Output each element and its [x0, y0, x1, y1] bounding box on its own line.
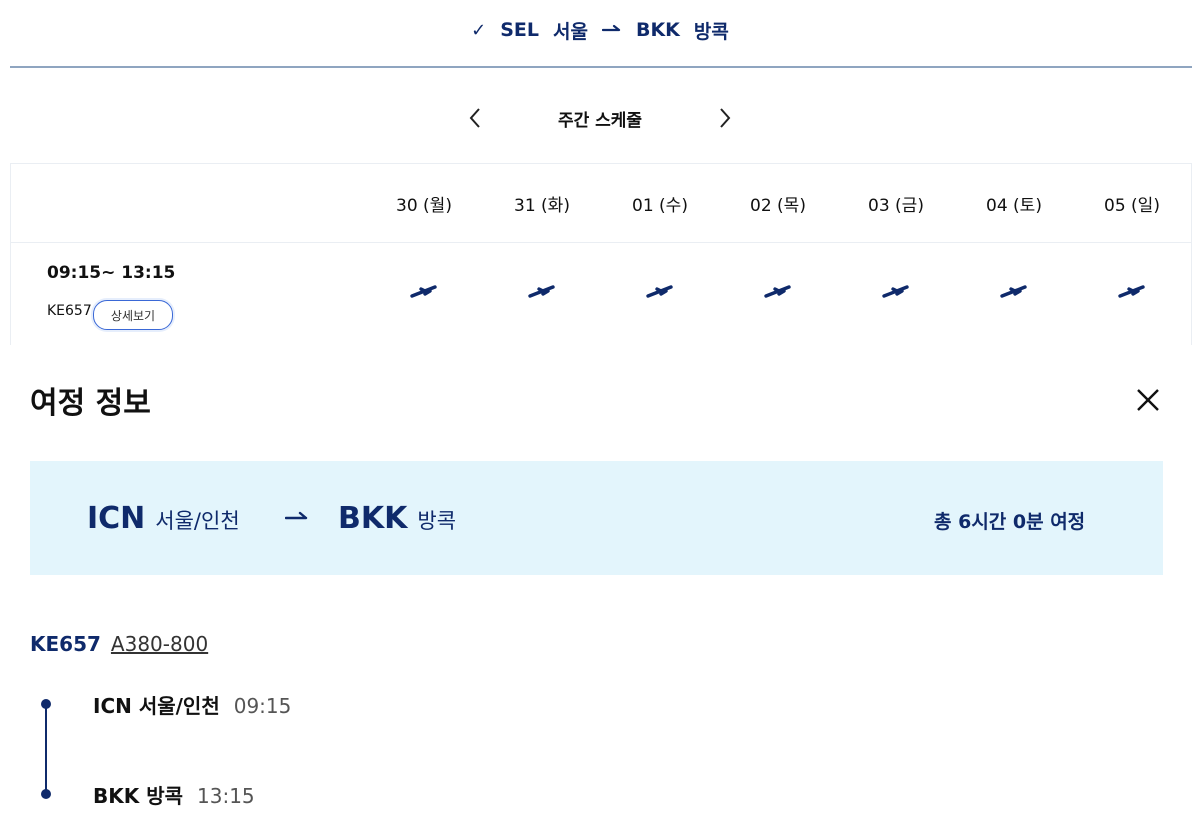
week-title: 주간 스케줄	[557, 110, 643, 131]
total-duration: 총 6시간 0분 여정	[934, 511, 1086, 533]
day-header: 05 (일)	[1104, 195, 1160, 216]
airplane-icon	[1118, 283, 1146, 303]
arrival-stop: BKK 방콕 13:15	[93, 780, 255, 809]
arrival-time: 13:15	[197, 784, 255, 808]
summary-dest-code: BKK	[338, 501, 408, 536]
day-header: 04 (토)	[986, 195, 1042, 216]
flight-number: KE657	[47, 303, 92, 319]
origin-code: SEL	[500, 19, 539, 41]
day-header: 31 (화)	[514, 195, 570, 216]
prev-week-button[interactable]	[455, 98, 495, 138]
flight-available-cell[interactable]	[955, 278, 1073, 308]
airplane-icon	[410, 283, 438, 303]
airplane-icon	[1000, 283, 1028, 303]
leg-header: KE657 A380-800	[30, 632, 208, 656]
check-icon: ✓	[471, 19, 487, 41]
arrival-airport: BKK 방콕	[93, 784, 184, 808]
table-row: 09:15~ 13:15 KE657 상세보기	[11, 243, 1191, 343]
header-divider	[10, 66, 1192, 68]
timeline-dot	[41, 789, 51, 799]
airplane-icon	[646, 283, 674, 303]
close-icon	[1137, 389, 1159, 411]
leg-flight-number: KE657	[30, 632, 101, 656]
summary-origin-code: ICN	[87, 501, 146, 536]
panel-title: 여정 정보	[30, 386, 151, 421]
route-header[interactable]: ✓ SEL 서울 BKK 방콕	[0, 0, 1200, 60]
origin-city: 서울	[553, 20, 588, 43]
timeline-dot	[41, 699, 51, 709]
chevron-left-icon	[469, 108, 480, 128]
departure-stop: ICN 서울/인천 09:15	[93, 690, 291, 719]
schedule-table: 30 (월) 31 (화) 01 (수) 02 (목) 03 (금) 04 (토…	[10, 163, 1192, 345]
airplane-icon	[764, 283, 792, 303]
itinerary-summary: ICN 서울/인천 BKK 방콕 총 6시간 0분 여정	[30, 461, 1163, 575]
detail-button[interactable]: 상세보기	[93, 300, 173, 330]
summary-origin-city: 서울/인천	[155, 509, 240, 533]
departure-time: 09:15	[233, 694, 292, 718]
route-arrow-icon	[284, 509, 309, 528]
day-header: 01 (수)	[632, 195, 688, 216]
flight-available-cell[interactable]	[365, 278, 483, 308]
departure-airport: ICN 서울/인천	[93, 694, 220, 718]
schedule-header: 30 (월) 31 (화) 01 (수) 02 (목) 03 (금) 04 (토…	[11, 164, 1191, 243]
day-header: 03 (금)	[868, 195, 924, 216]
dest-code: BKK	[635, 19, 680, 41]
airplane-icon	[882, 283, 910, 303]
summary-dest-city: 방콕	[417, 509, 457, 533]
next-week-button[interactable]	[705, 98, 745, 138]
day-header: 02 (목)	[750, 195, 806, 216]
flight-available-cell[interactable]	[837, 278, 955, 308]
flight-time-range: 09:15~ 13:15	[47, 263, 176, 283]
airplane-icon	[528, 283, 556, 303]
flight-available-cell[interactable]	[483, 278, 601, 308]
timeline-line	[45, 704, 47, 794]
flight-available-cell[interactable]	[601, 278, 719, 308]
week-nav: 주간 스케줄	[0, 95, 1200, 141]
day-header: 30 (월)	[396, 195, 452, 216]
aircraft-link[interactable]: A380-800	[111, 632, 208, 656]
chevron-right-icon	[720, 108, 731, 128]
close-button[interactable]	[1128, 380, 1168, 420]
flight-available-cell[interactable]	[719, 278, 837, 308]
route-arrow-icon	[601, 24, 622, 36]
flight-available-cell[interactable]	[1073, 278, 1191, 308]
dest-city: 방콕	[693, 20, 729, 43]
